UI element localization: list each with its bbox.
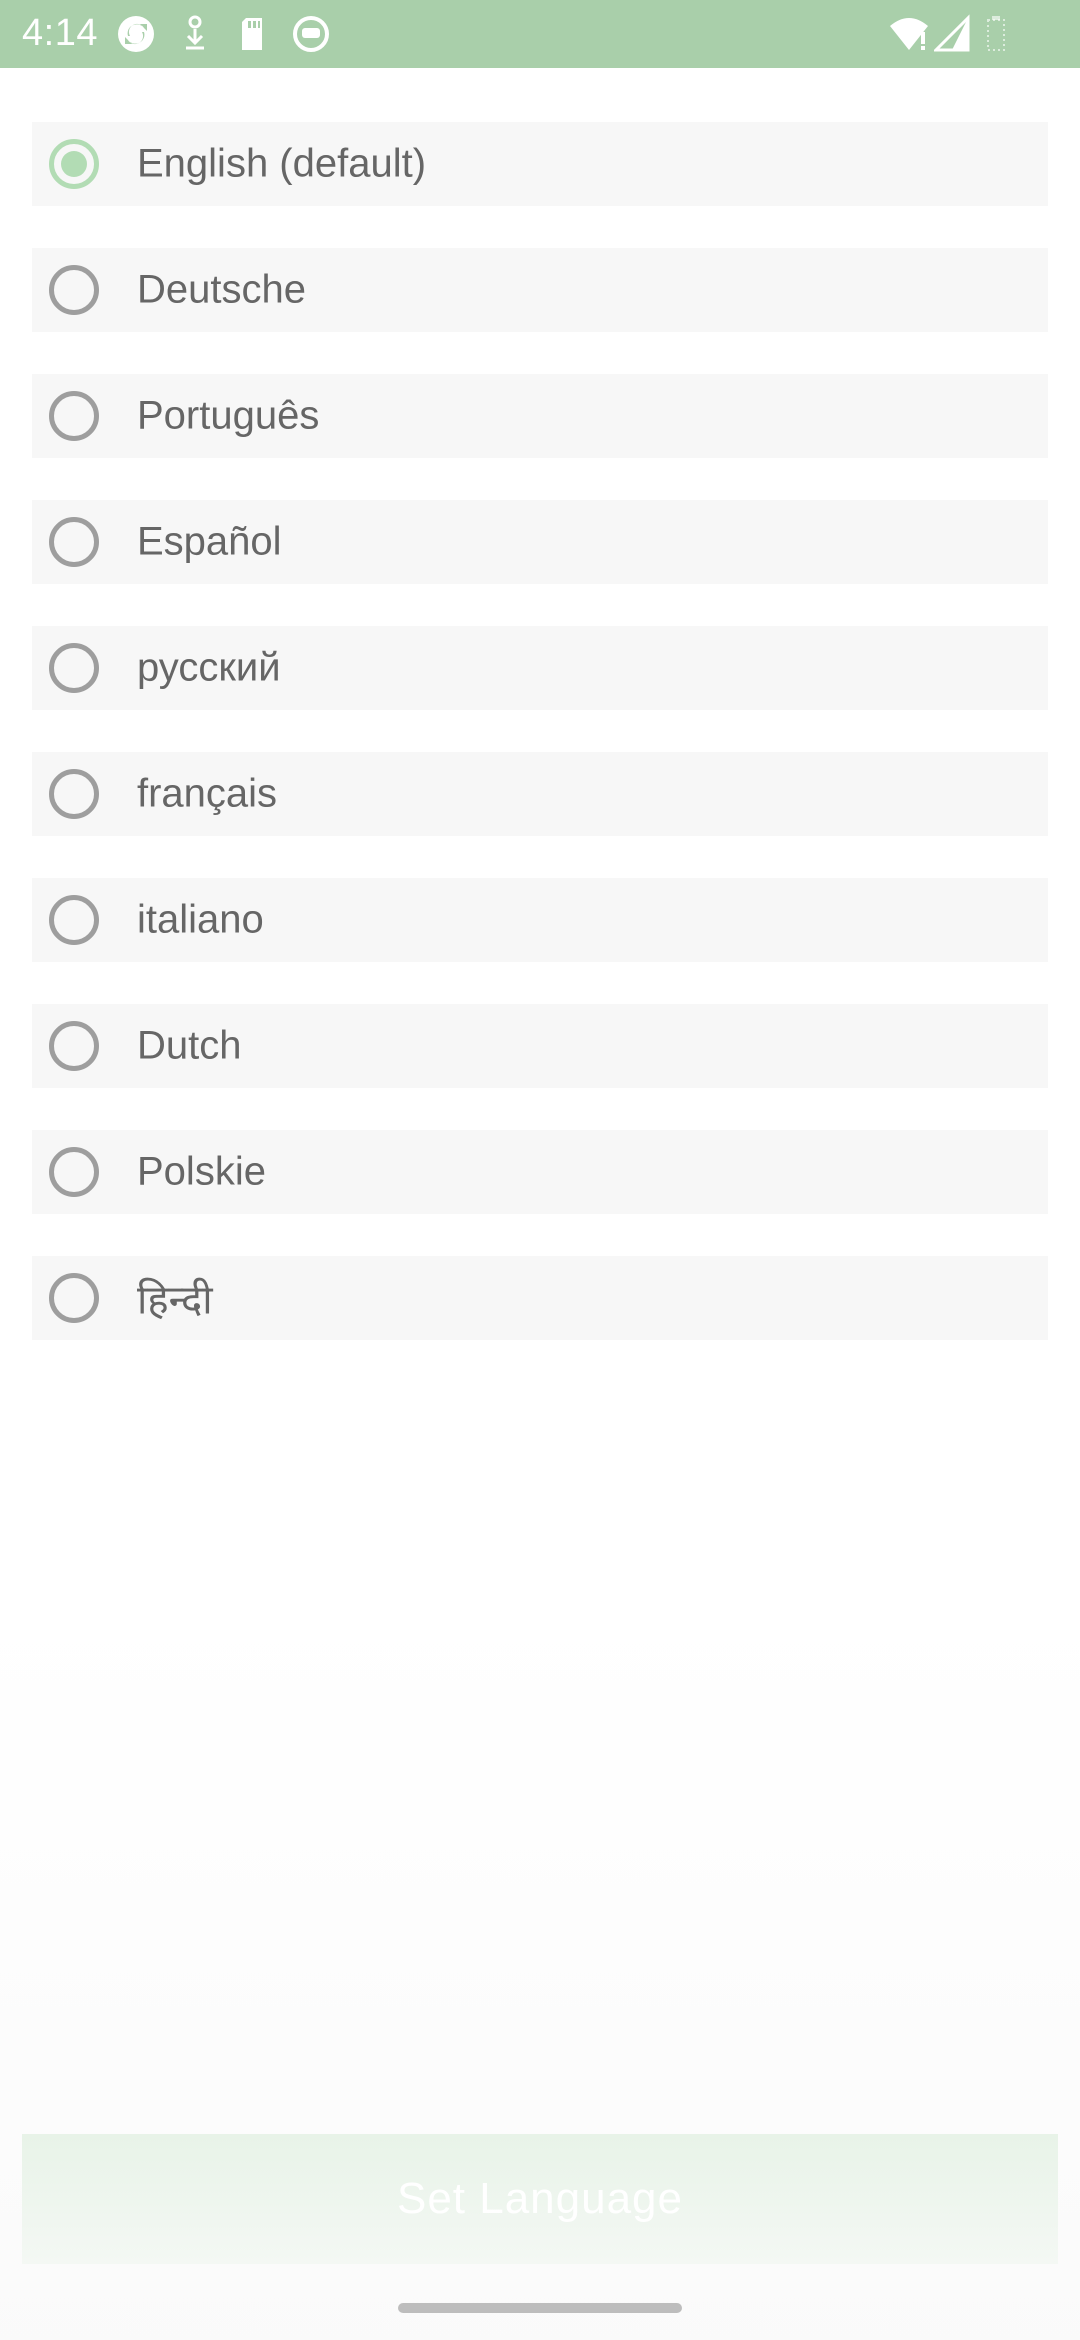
sd-card-icon [242,18,262,50]
language-option-polskie[interactable]: Polskie [32,1130,1048,1214]
language-label: Deutsche [137,267,306,312]
battery-icon [987,16,1005,51]
language-label: Português [137,393,320,438]
language-option-francais[interactable]: français [32,752,1048,836]
language-label: français [137,771,278,816]
radio-checked-icon[interactable] [49,139,99,189]
radio-unchecked-icon[interactable] [49,1147,99,1197]
language-label: Dutch [137,1023,242,1068]
gesture-navigation-bar[interactable] [398,2303,682,2313]
radio-unchecked-icon[interactable] [49,391,99,441]
language-label: हिन्दी [137,1278,213,1323]
set-language-button[interactable]: Set Language [22,2134,1058,2264]
set-language-label: Set Language [396,2174,684,2223]
language-option-deutsche[interactable]: Deutsche [32,248,1048,332]
language-option-hindi[interactable]: हिन्दी [32,1256,1048,1340]
radio-unchecked-icon[interactable] [49,643,99,693]
status-bar: 4:14 [0,0,1080,68]
language-selection-screen: 4:14 English (default) Deutsche Portuguê… [0,0,1080,2340]
radio-unchecked-icon[interactable] [49,517,99,567]
wifi-icon [890,18,928,50]
language-label: Polskie [137,1149,266,1194]
language-option-dutch[interactable]: Dutch [32,1004,1048,1088]
status-time: 4:14 [22,12,98,54]
app-notification-icon [293,16,329,52]
language-label: English (default) [137,141,427,186]
language-label: Español [137,519,282,564]
language-option-english[interactable]: English (default) [32,122,1048,206]
language-label: italiano [137,897,264,942]
language-option-espanol[interactable]: Español [32,500,1048,584]
language-option-russian[interactable]: русский [32,626,1048,710]
language-option-portugues[interactable]: Português [32,374,1048,458]
radio-unchecked-icon[interactable] [49,1021,99,1071]
radio-unchecked-icon[interactable] [49,769,99,819]
radio-unchecked-icon[interactable] [49,1273,99,1323]
sync-icon [118,16,154,52]
radio-unchecked-icon[interactable] [49,265,99,315]
radio-unchecked-icon[interactable] [49,895,99,945]
language-option-italiano[interactable]: italiano [32,878,1048,962]
download-icon [186,15,204,50]
language-label: русский [137,645,281,690]
signal-icon [934,14,970,52]
language-radio-group: English (default) Deutsche Português Esp… [32,122,1048,1382]
